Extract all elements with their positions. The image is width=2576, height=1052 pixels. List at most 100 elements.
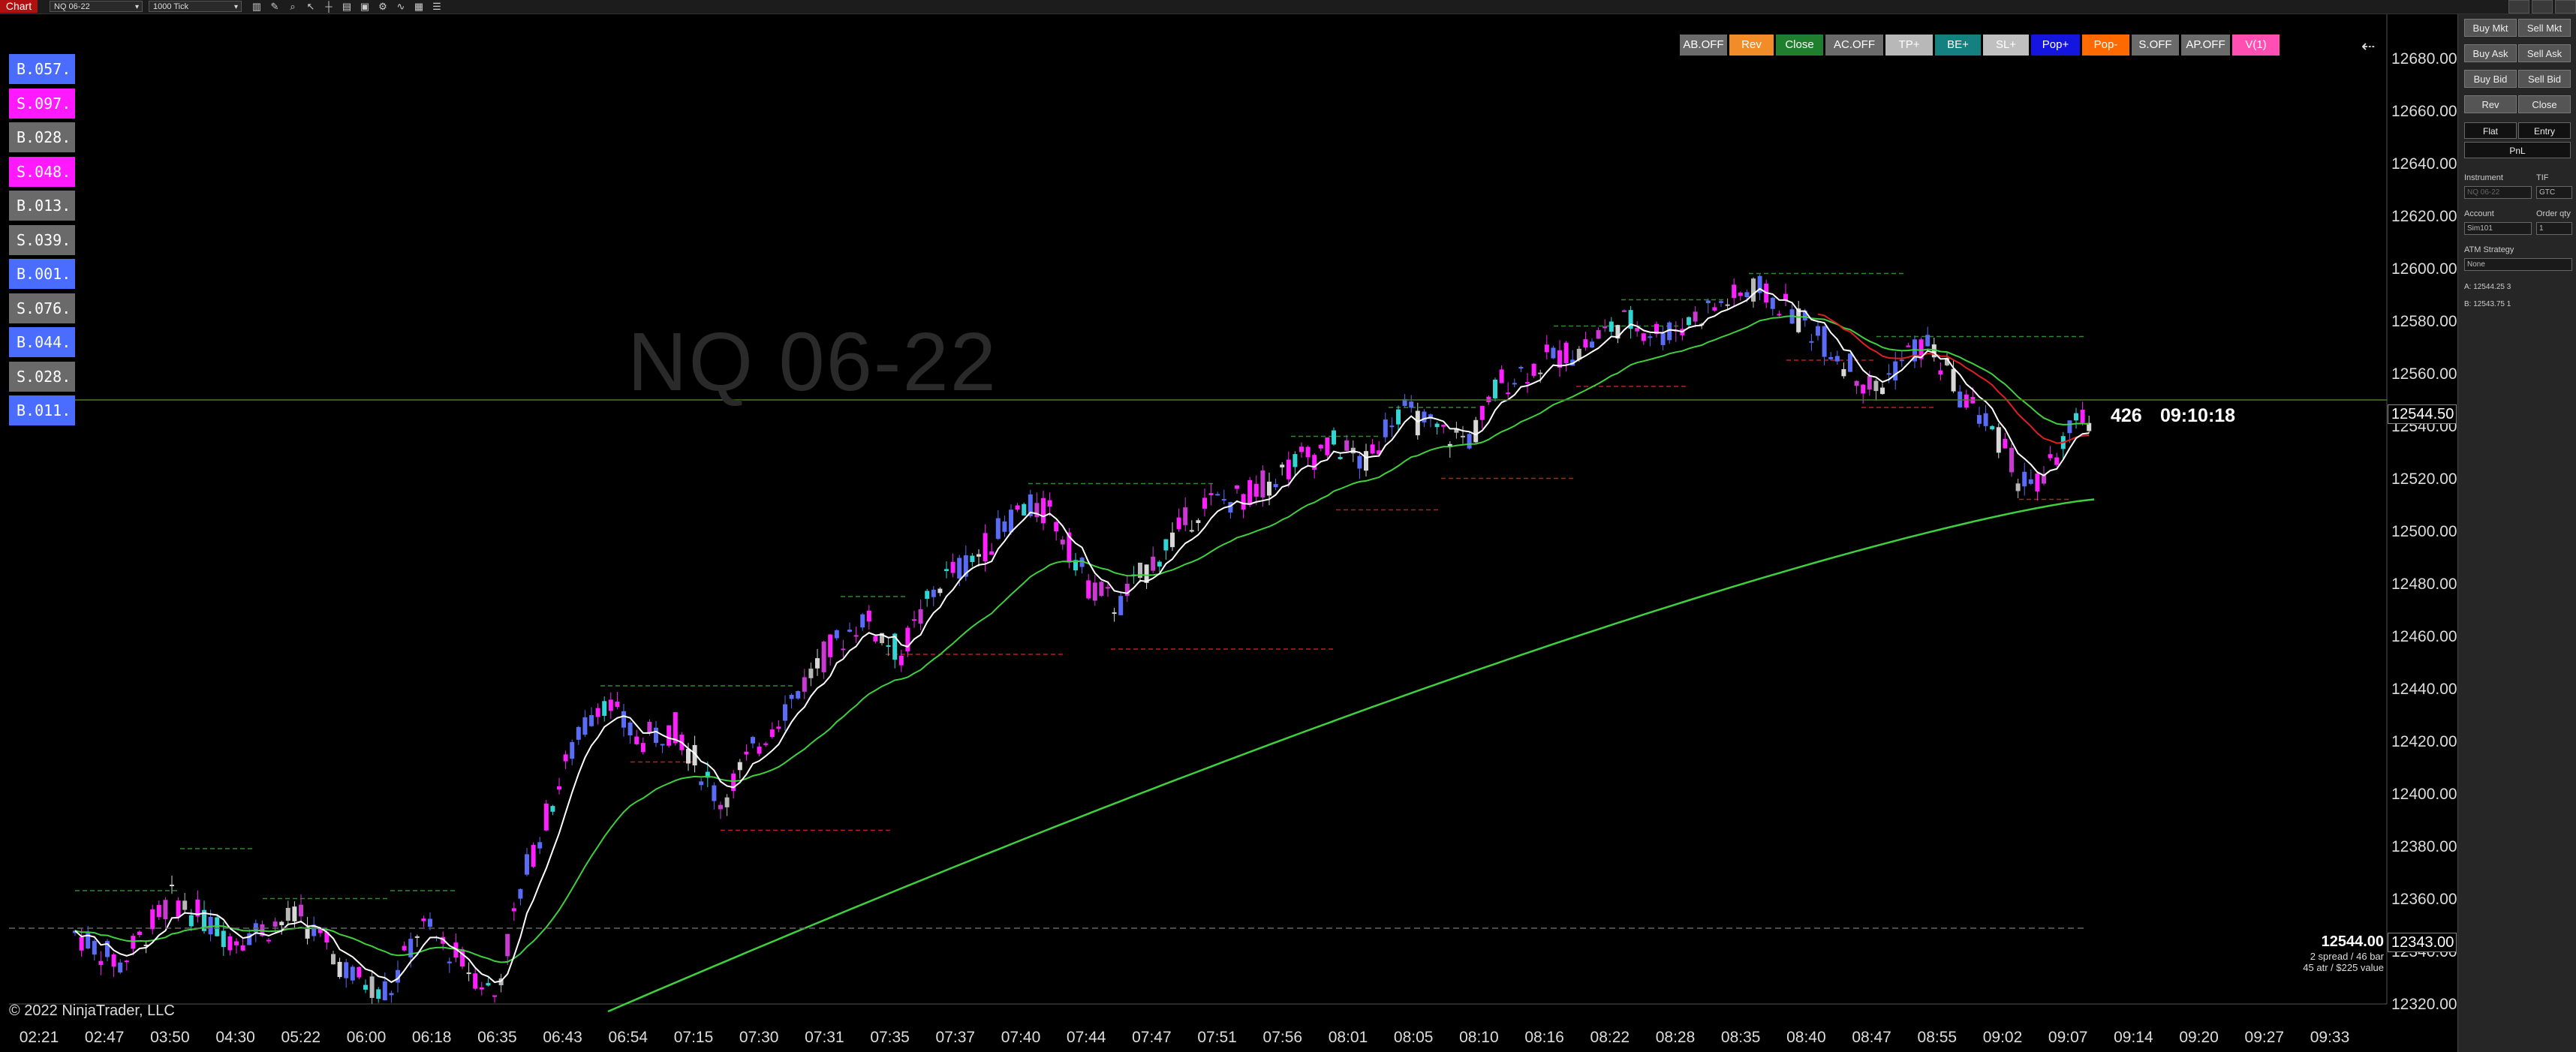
candle-body <box>1693 311 1698 322</box>
strategy-icon[interactable]: ⚙ <box>377 2 389 12</box>
time-tick-label: 07:35 <box>870 1029 910 1046</box>
cursor-icon[interactable]: ↖ <box>305 2 317 12</box>
atm-strategy-select[interactable]: None <box>2464 258 2572 271</box>
draw-icon[interactable]: ✎ <box>269 2 281 12</box>
instrument-selector[interactable]: NQ 06-22 ▾ <box>50 1 143 12</box>
order-qty-value: 1 <box>2539 224 2544 233</box>
chart-trader-toggle-button[interactable]: BE+ <box>1935 35 1981 56</box>
candle-body <box>2048 454 2053 458</box>
properties-icon[interactable]: ▣ <box>359 2 371 12</box>
chart-trader-toggle-button[interactable]: AB.OFF <box>1680 35 1727 56</box>
back-arrow-icon[interactable]: ⇠ <box>2361 37 2375 56</box>
candle-body <box>299 904 303 917</box>
candle-body <box>808 669 814 678</box>
order-tag[interactable]: B.011. <box>9 395 75 425</box>
order-qty-label: Order qty <box>2536 209 2571 218</box>
candle-body <box>1590 341 1594 348</box>
order-tag[interactable]: S.048. <box>9 156 75 187</box>
candle-body <box>272 921 278 927</box>
candle-body <box>802 677 807 692</box>
crosshair-icon[interactable]: ┼ <box>323 2 335 12</box>
candle-body <box>1608 321 1614 332</box>
candle-body <box>1499 369 1504 383</box>
price-tick-label: 12680.00 <box>2391 50 2457 68</box>
order-tag[interactable]: B.001. <box>9 259 75 289</box>
reverse-button[interactable]: Rev <box>2464 95 2517 113</box>
order-qty-input[interactable]: 1 <box>2536 222 2572 235</box>
order-tag[interactable]: S.097. <box>9 88 75 119</box>
zoom-icon[interactable]: ⌕ <box>287 2 299 12</box>
order-tag[interactable]: B.044. <box>9 327 75 357</box>
close-window-icon[interactable] <box>2555 0 2576 14</box>
entry-button[interactable]: Entry <box>2518 122 2571 139</box>
minimize-icon[interactable] <box>2508 0 2529 14</box>
time-tick-label: 08:10 <box>1459 1029 1499 1046</box>
chart-trader-toggle-button[interactable]: V(1) <box>2232 35 2280 56</box>
candle-body <box>285 907 290 921</box>
order-tag[interactable]: S.076. <box>9 293 75 323</box>
close-position-button[interactable]: Close <box>2518 95 2571 113</box>
candle-body <box>2067 420 2072 434</box>
time-tick-label: 08:47 <box>1852 1029 1891 1046</box>
sell-ask-button[interactable]: Sell Ask <box>2518 44 2571 62</box>
candle-body <box>2054 457 2060 465</box>
chart-trader-toggle-button[interactable]: Pop+ <box>2031 35 2080 56</box>
candle-body <box>1047 500 1052 507</box>
chart-area[interactable]: NQ 06-22 B.057. S.097. B.028. S.048. B.013. S… <box>0 14 2457 1052</box>
maximize-icon[interactable] <box>2532 0 2553 14</box>
buy-bid-button[interactable]: Buy Bid <box>2464 70 2517 88</box>
chart-trader-toggle-button[interactable]: Rev <box>1729 35 1774 56</box>
pnl-display[interactable]: PnL <box>2464 142 2571 158</box>
order-tag[interactable]: B.028. <box>9 122 75 152</box>
order-tag[interactable]: S.039. <box>9 224 75 255</box>
bar-type-icon[interactable]: ▥ <box>251 2 263 12</box>
instrument-selector-value: NQ 06-22 <box>54 2 90 11</box>
chart-trader-toggle-button[interactable]: TP+ <box>1885 35 1933 56</box>
order-tag[interactable]: B.057. <box>9 54 75 84</box>
data-box-icon[interactable]: ▦ <box>413 2 425 12</box>
interval-selector[interactable]: 1000 Tick ▾ <box>149 1 242 12</box>
buy-ask-button[interactable]: Buy Ask <box>2464 44 2517 62</box>
candle-body <box>931 589 936 597</box>
sell-market-button[interactable]: Sell Mkt <box>2518 19 2571 37</box>
chart-tab[interactable]: Chart <box>0 0 38 13</box>
indicator-icon[interactable]: ∿ <box>395 2 407 12</box>
chart-trader-toggle-button[interactable]: SL+ <box>1983 35 2029 56</box>
chart-trader-toggle-button[interactable]: AP.OFF <box>2181 35 2230 56</box>
chart-trader-toggle-button[interactable]: Pop- <box>2082 35 2129 56</box>
copyright-text: © 2022 NinjaTrader, LLC <box>9 1002 175 1019</box>
price-tick-label: 12480.00 <box>2391 576 2457 593</box>
info-box-line1: 2 spread / 46 bar <box>2310 951 2384 962</box>
candle-body <box>137 931 142 936</box>
candle-body <box>1834 356 1840 362</box>
tif-select[interactable]: GTC <box>2536 186 2572 199</box>
table-icon[interactable]: ☰ <box>431 2 443 12</box>
order-tag[interactable]: S.028. <box>9 361 75 392</box>
buy-market-button[interactable]: Buy Mkt <box>2464 19 2517 37</box>
price-chart[interactable] <box>0 14 2457 1052</box>
account-select[interactable]: Sim101 <box>2464 222 2532 235</box>
chart-trader-toggle-button[interactable]: AC.OFF <box>1825 35 1883 56</box>
candle-body <box>1434 423 1440 428</box>
candle-body <box>853 635 859 637</box>
candle-body <box>1848 353 1852 372</box>
candle-body <box>1060 540 1065 545</box>
chart-trader-toggle-button[interactable]: Close <box>1776 35 1823 56</box>
sell-bid-button[interactable]: Sell Bid <box>2518 70 2571 88</box>
candle-body <box>1415 410 1420 436</box>
candle-body <box>737 762 742 771</box>
candle-body <box>1738 293 1743 296</box>
chart-trader-toggle-button[interactable]: S.OFF <box>2132 35 2179 56</box>
price-tick-label: 12560.00 <box>2391 365 2457 383</box>
candle-body <box>389 993 394 996</box>
candle-body <box>757 746 762 754</box>
candle-body <box>815 658 820 669</box>
order-tag[interactable]: B.013. <box>9 191 75 221</box>
template-icon[interactable]: ▤ <box>341 2 353 12</box>
flat-button[interactable]: Flat <box>2464 122 2517 139</box>
instrument-select[interactable]: NQ 06-22 <box>2464 186 2532 199</box>
candle-body <box>1925 335 1930 347</box>
time-tick-label: 05:22 <box>281 1029 321 1046</box>
candle-body <box>1705 300 1711 303</box>
candle-body <box>796 691 801 699</box>
